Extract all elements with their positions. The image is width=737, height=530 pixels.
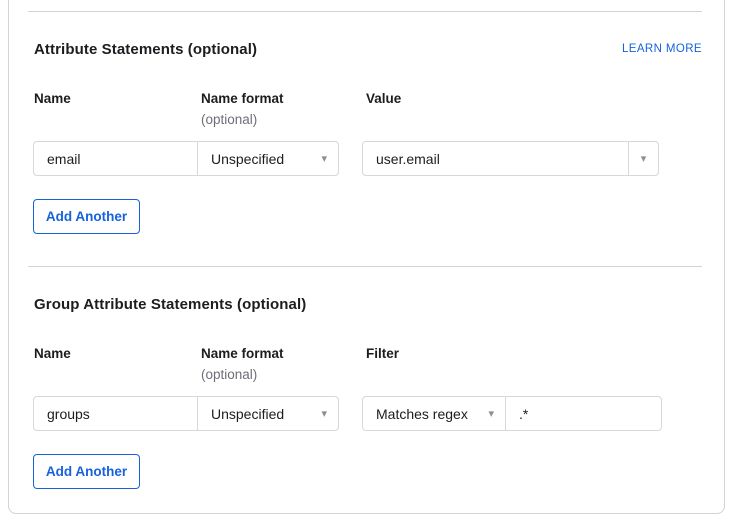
- s1-col-value-label: Value: [366, 91, 401, 106]
- group-attribute-statements-title: Group Attribute Statements (optional): [34, 296, 306, 313]
- s2-filter-type-select[interactable]: Matches regex ▾: [362, 396, 506, 431]
- top-divider: [28, 11, 702, 12]
- attribute-statements-title: Attribute Statements (optional): [34, 41, 257, 58]
- settings-card: [8, 0, 725, 514]
- s2-filter-type-value: Matches regex: [376, 406, 468, 422]
- s1-col-format-note: (optional): [201, 112, 257, 127]
- saml-settings-page: Attribute Statements (optional) LEARN MO…: [0, 0, 737, 530]
- learn-more-link[interactable]: LEARN MORE: [622, 43, 702, 55]
- s1-add-another-button[interactable]: Add Another: [33, 199, 140, 234]
- section-divider: [28, 266, 702, 267]
- s2-col-name-label: Name: [34, 346, 71, 361]
- s2-col-format-note: (optional): [201, 367, 257, 382]
- s1-col-name-label: Name: [34, 91, 71, 106]
- s2-col-filter-label: Filter: [366, 346, 399, 361]
- s1-col-format-label: Name format: [201, 91, 284, 106]
- chevron-down-icon: ▾: [641, 153, 647, 164]
- s1-name-format-value: Unspecified: [211, 151, 284, 167]
- s2-add-another-button[interactable]: Add Another: [33, 454, 140, 489]
- s2-col-format-label: Name format: [201, 346, 284, 361]
- chevron-down-icon: ▾: [321, 153, 327, 164]
- chevron-down-icon: ▾: [488, 408, 494, 419]
- chevron-down-icon: ▾: [321, 408, 327, 419]
- s2-filter-value-input[interactable]: [505, 396, 662, 431]
- s2-name-input[interactable]: [33, 396, 198, 431]
- s1-value-dropdown-button[interactable]: ▾: [628, 141, 659, 176]
- s1-name-input[interactable]: [33, 141, 198, 176]
- s1-value-input[interactable]: [362, 141, 629, 176]
- s2-name-format-value: Unspecified: [211, 406, 284, 422]
- s2-name-format-select[interactable]: Unspecified ▾: [197, 396, 339, 431]
- s1-name-format-select[interactable]: Unspecified ▾: [197, 141, 339, 176]
